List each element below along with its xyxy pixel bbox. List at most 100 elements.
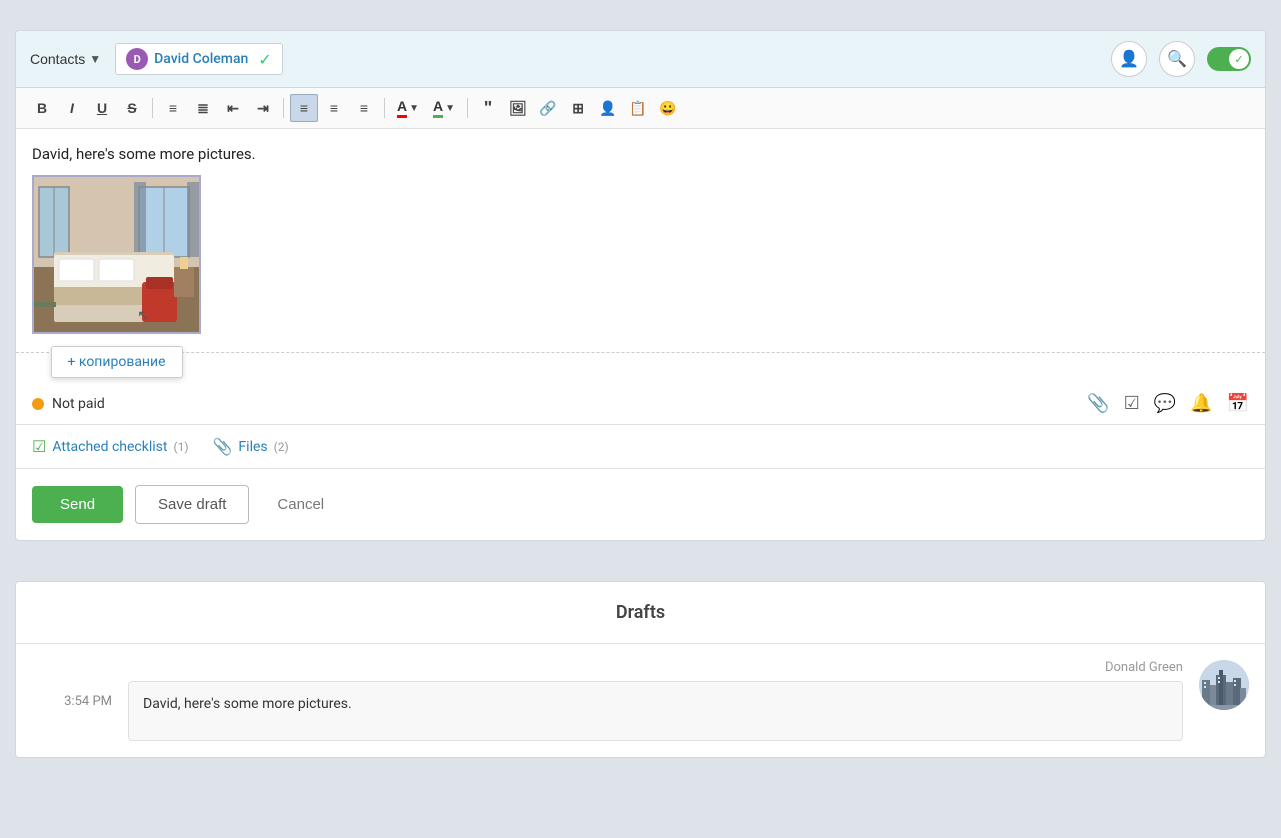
font-bg-chevron: ▼	[445, 103, 455, 114]
action-buttons: Send Save draft Cancel	[16, 469, 1265, 540]
draft-item: 3:54 PM Donald Green David, here's some …	[16, 644, 1265, 757]
drafts-section: Drafts 3:54 PM Donald Green David, here'…	[15, 581, 1266, 758]
attachment-button[interactable]: 📎	[1087, 393, 1109, 414]
search-icon: 🔍	[1167, 49, 1187, 69]
draft-author: Donald Green	[128, 660, 1183, 675]
bell-button[interactable]: 🔔	[1190, 393, 1212, 414]
indent-increase-button[interactable]: ⇥	[249, 94, 277, 122]
person-icon-button[interactable]: 👤	[1111, 41, 1147, 77]
link-button[interactable]: 🔗	[534, 94, 562, 122]
checklist-icon: ☑	[1124, 393, 1140, 413]
checklist-count: (1)	[173, 440, 188, 454]
cursor-indicator: ↖	[137, 308, 149, 324]
emoji-button[interactable]: 😀	[654, 94, 682, 122]
font-color-button[interactable]: A ▼	[391, 94, 425, 122]
bell-icon: 🔔	[1190, 393, 1212, 413]
align-left-button[interactable]: ≡	[290, 94, 318, 122]
person-icon: 👤	[1119, 49, 1139, 69]
status-text: Not paid	[52, 396, 105, 412]
align-right-icon: ≡	[360, 100, 368, 116]
chevron-down-icon: ▼	[89, 52, 101, 66]
font-bg-icon: A	[433, 98, 443, 118]
indent-decrease-icon: ⇤	[227, 100, 239, 117]
bedroom-image	[34, 177, 199, 332]
save-draft-button[interactable]: Save draft	[135, 485, 249, 524]
attachments-bar: ☑ Attached checklist (1) 📎 Files (2)	[16, 425, 1265, 469]
contacts-label: Contacts	[30, 51, 85, 67]
indent-decrease-button[interactable]: ⇤	[219, 94, 247, 122]
unordered-list-button[interactable]: ≣	[189, 94, 217, 122]
blockquote-button[interactable]: "	[474, 94, 502, 122]
toolbar-separator-1	[152, 98, 153, 118]
attached-checklist-link[interactable]: ☑ Attached checklist (1)	[32, 437, 189, 456]
template-button[interactable]: 📋	[624, 94, 652, 122]
toolbar-separator-3	[384, 98, 385, 118]
copy-tooltip-text: + копирование	[67, 354, 165, 370]
align-center-button[interactable]: ≡	[320, 94, 348, 122]
bold-button[interactable]: B	[28, 94, 56, 122]
font-bg-button[interactable]: A ▼	[427, 94, 461, 122]
toolbar-separator-4	[467, 98, 468, 118]
draft-message-box[interactable]: David, here's some more pictures.	[128, 681, 1183, 741]
status-actions: 📎 ☑ 💬 🔔 📅	[1087, 393, 1249, 414]
checklist-status-button[interactable]: ☑	[1124, 393, 1140, 414]
toolbar-separator-2	[283, 98, 284, 118]
toggle-thumb: ✓	[1229, 49, 1249, 69]
checklist-attach-icon: ☑	[32, 437, 46, 456]
align-left-icon: ≡	[300, 100, 308, 116]
contact-icon: 👤	[599, 100, 616, 117]
image-icon: 🖼	[509, 100, 527, 117]
search-icon-button[interactable]: 🔍	[1159, 41, 1195, 77]
unordered-list-icon: ≣	[197, 100, 209, 117]
compose-panel: Contacts ▼ D David Coleman ✓ 👤 🔍	[15, 30, 1266, 541]
recipient-initial: D	[134, 53, 141, 66]
city-skyline-svg	[1199, 660, 1249, 710]
underline-button[interactable]: U	[88, 94, 116, 122]
send-button[interactable]: Send	[32, 486, 123, 523]
table-icon: ⊞	[572, 100, 584, 117]
recipient-tag[interactable]: D David Coleman ✓	[115, 43, 283, 75]
chat-button[interactable]: 💬	[1154, 393, 1176, 414]
link-icon: 🔗	[539, 100, 556, 117]
status-bar: Not paid 📎 ☑ 💬 🔔 📅	[16, 383, 1265, 425]
drafts-header: Drafts	[16, 582, 1265, 644]
cancel-button[interactable]: Cancel	[261, 486, 340, 523]
calendar-button[interactable]: 📅	[1227, 393, 1249, 414]
formatting-toolbar: B I U S ≡ ≣ ⇤ ⇥ ≡ ≡	[16, 88, 1265, 129]
align-center-icon: ≡	[330, 100, 338, 116]
files-count: (2)	[274, 440, 289, 454]
font-color-chevron: ▼	[409, 103, 419, 114]
image-button[interactable]: 🖼	[504, 94, 532, 122]
checklist-link-label: Attached checklist	[52, 439, 167, 455]
chat-icon: 💬	[1154, 393, 1176, 413]
files-attach-icon: 📎	[213, 437, 233, 456]
contact-button[interactable]: 👤	[594, 94, 622, 122]
compose-header: Contacts ▼ D David Coleman ✓ 👤 🔍	[16, 31, 1265, 88]
draft-time-col: 3:54 PM	[32, 660, 112, 709]
ordered-list-button[interactable]: ≡	[159, 94, 187, 122]
contacts-button[interactable]: Contacts ▼	[30, 51, 101, 67]
toggle-switch[interactable]: ✓	[1207, 47, 1251, 71]
files-link[interactable]: 📎 Files (2)	[213, 437, 289, 456]
emoji-icon: 😀	[659, 100, 676, 117]
strikethrough-button[interactable]: S	[118, 94, 146, 122]
toggle-track[interactable]: ✓	[1207, 47, 1251, 71]
draft-avatar	[1199, 660, 1249, 710]
inserted-image[interactable]: ↖	[32, 175, 201, 334]
paperclip-icon: 📎	[1087, 393, 1109, 413]
draft-avatar-image	[1199, 660, 1249, 710]
ordered-list-icon: ≡	[169, 100, 177, 116]
header-actions: 👤 🔍 ✓	[1111, 41, 1251, 77]
draft-message-text: David, here's some more pictures.	[143, 696, 1168, 712]
italic-button[interactable]: I	[58, 94, 86, 122]
image-with-tooltip: ↖ + копирование	[32, 175, 201, 336]
draft-message-col: Donald Green David, here's some more pic…	[128, 660, 1183, 741]
recipient-avatar: D	[126, 48, 148, 70]
align-right-button[interactable]: ≡	[350, 94, 378, 122]
compose-body[interactable]: David, here's some more pictures.	[16, 129, 1265, 353]
status-dot	[32, 398, 44, 410]
template-icon: 📋	[629, 100, 646, 117]
copy-tooltip[interactable]: + копирование	[50, 346, 182, 378]
table-button[interactable]: ⊞	[564, 94, 592, 122]
indent-increase-icon: ⇥	[257, 100, 269, 117]
